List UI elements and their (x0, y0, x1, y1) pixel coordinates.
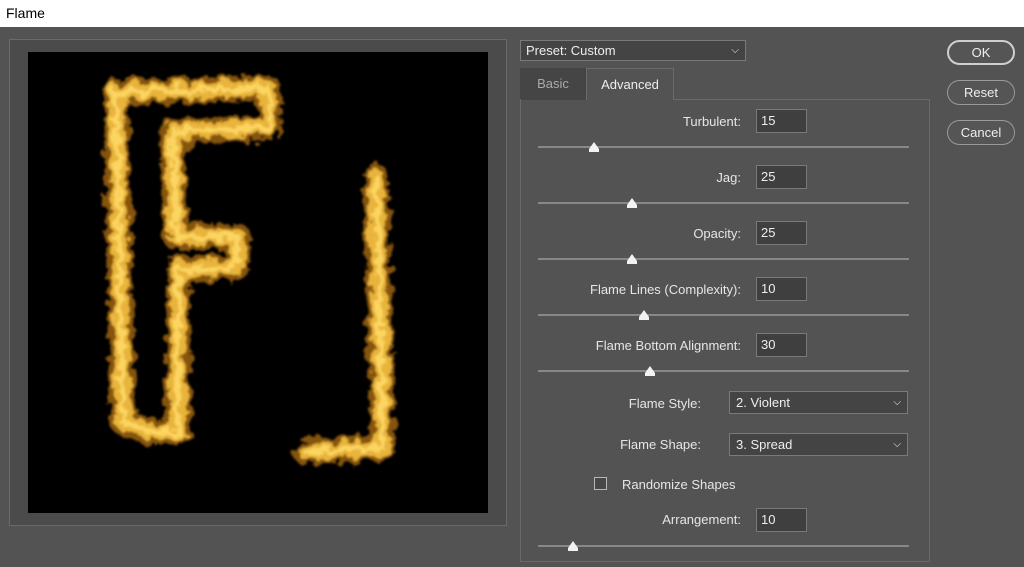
flame-lines-label: Flame Lines (Complexity): (590, 282, 741, 297)
flame-lines-input[interactable]: 10 (756, 277, 807, 301)
arrangement-slider-thumb[interactable] (568, 541, 578, 551)
flame-shape-label: Flame Shape: (620, 437, 701, 452)
flame-lines-slider-track[interactable] (538, 314, 909, 316)
chevron-down-icon: ⌵ (893, 397, 901, 408)
flame-bottom-alignment-slider-track[interactable] (538, 370, 909, 372)
randomize-shapes-label: Randomize Shapes (622, 477, 736, 492)
flame-bottom-alignment-label: Flame Bottom Alignment: (595, 338, 741, 353)
tab-basic[interactable]: Basic (520, 68, 586, 100)
flame-preview (28, 52, 488, 513)
flame-style-select[interactable]: 2. Violent ⌵ (729, 391, 908, 414)
opacity-label: Opacity: (693, 226, 741, 241)
advanced-panel (520, 99, 930, 562)
tab-advanced[interactable]: Advanced (586, 68, 674, 100)
chevron-down-icon: ⌵ (893, 439, 901, 450)
opacity-input[interactable]: 25 (756, 221, 807, 245)
cancel-button[interactable]: Cancel (947, 120, 1015, 145)
flame-lines-slider-thumb[interactable] (639, 310, 649, 320)
arrangement-input[interactable]: 10 (756, 508, 807, 532)
arrangement-slider-track[interactable] (538, 545, 909, 547)
arrangement-label: Arrangement: (662, 512, 741, 527)
jag-label: Jag: (716, 170, 741, 185)
turbulent-label: Turbulent: (682, 114, 741, 129)
flame-bottom-alignment-slider-thumb[interactable] (645, 366, 655, 376)
jag-slider-track[interactable] (538, 202, 909, 204)
flame-preview-image (103, 75, 396, 465)
randomize-shapes-checkbox[interactable] (594, 477, 607, 490)
window-title: Flame (0, 0, 1024, 27)
chevron-down-icon: ⌵ (731, 45, 739, 56)
reset-button[interactable]: Reset (947, 80, 1015, 105)
opacity-slider-thumb[interactable] (627, 254, 637, 264)
turbulent-slider-thumb[interactable] (589, 142, 599, 152)
preset-label: Preset: Custom (526, 43, 616, 58)
flame-style-value: 2. Violent (736, 395, 790, 410)
flame-bottom-alignment-input[interactable]: 30 (756, 333, 807, 357)
ok-button[interactable]: OK (947, 40, 1015, 65)
jag-input[interactable]: 25 (756, 165, 807, 189)
turbulent-input[interactable]: 15 (756, 109, 807, 133)
flame-shape-select[interactable]: 3. Spread ⌵ (729, 433, 908, 456)
jag-slider-thumb[interactable] (627, 198, 637, 208)
flame-shape-value: 3. Spread (736, 437, 793, 452)
flame-style-label: Flame Style: (628, 396, 701, 411)
preset-dropdown[interactable]: Preset: Custom ⌵ (520, 40, 746, 61)
opacity-slider-track[interactable] (538, 258, 909, 260)
